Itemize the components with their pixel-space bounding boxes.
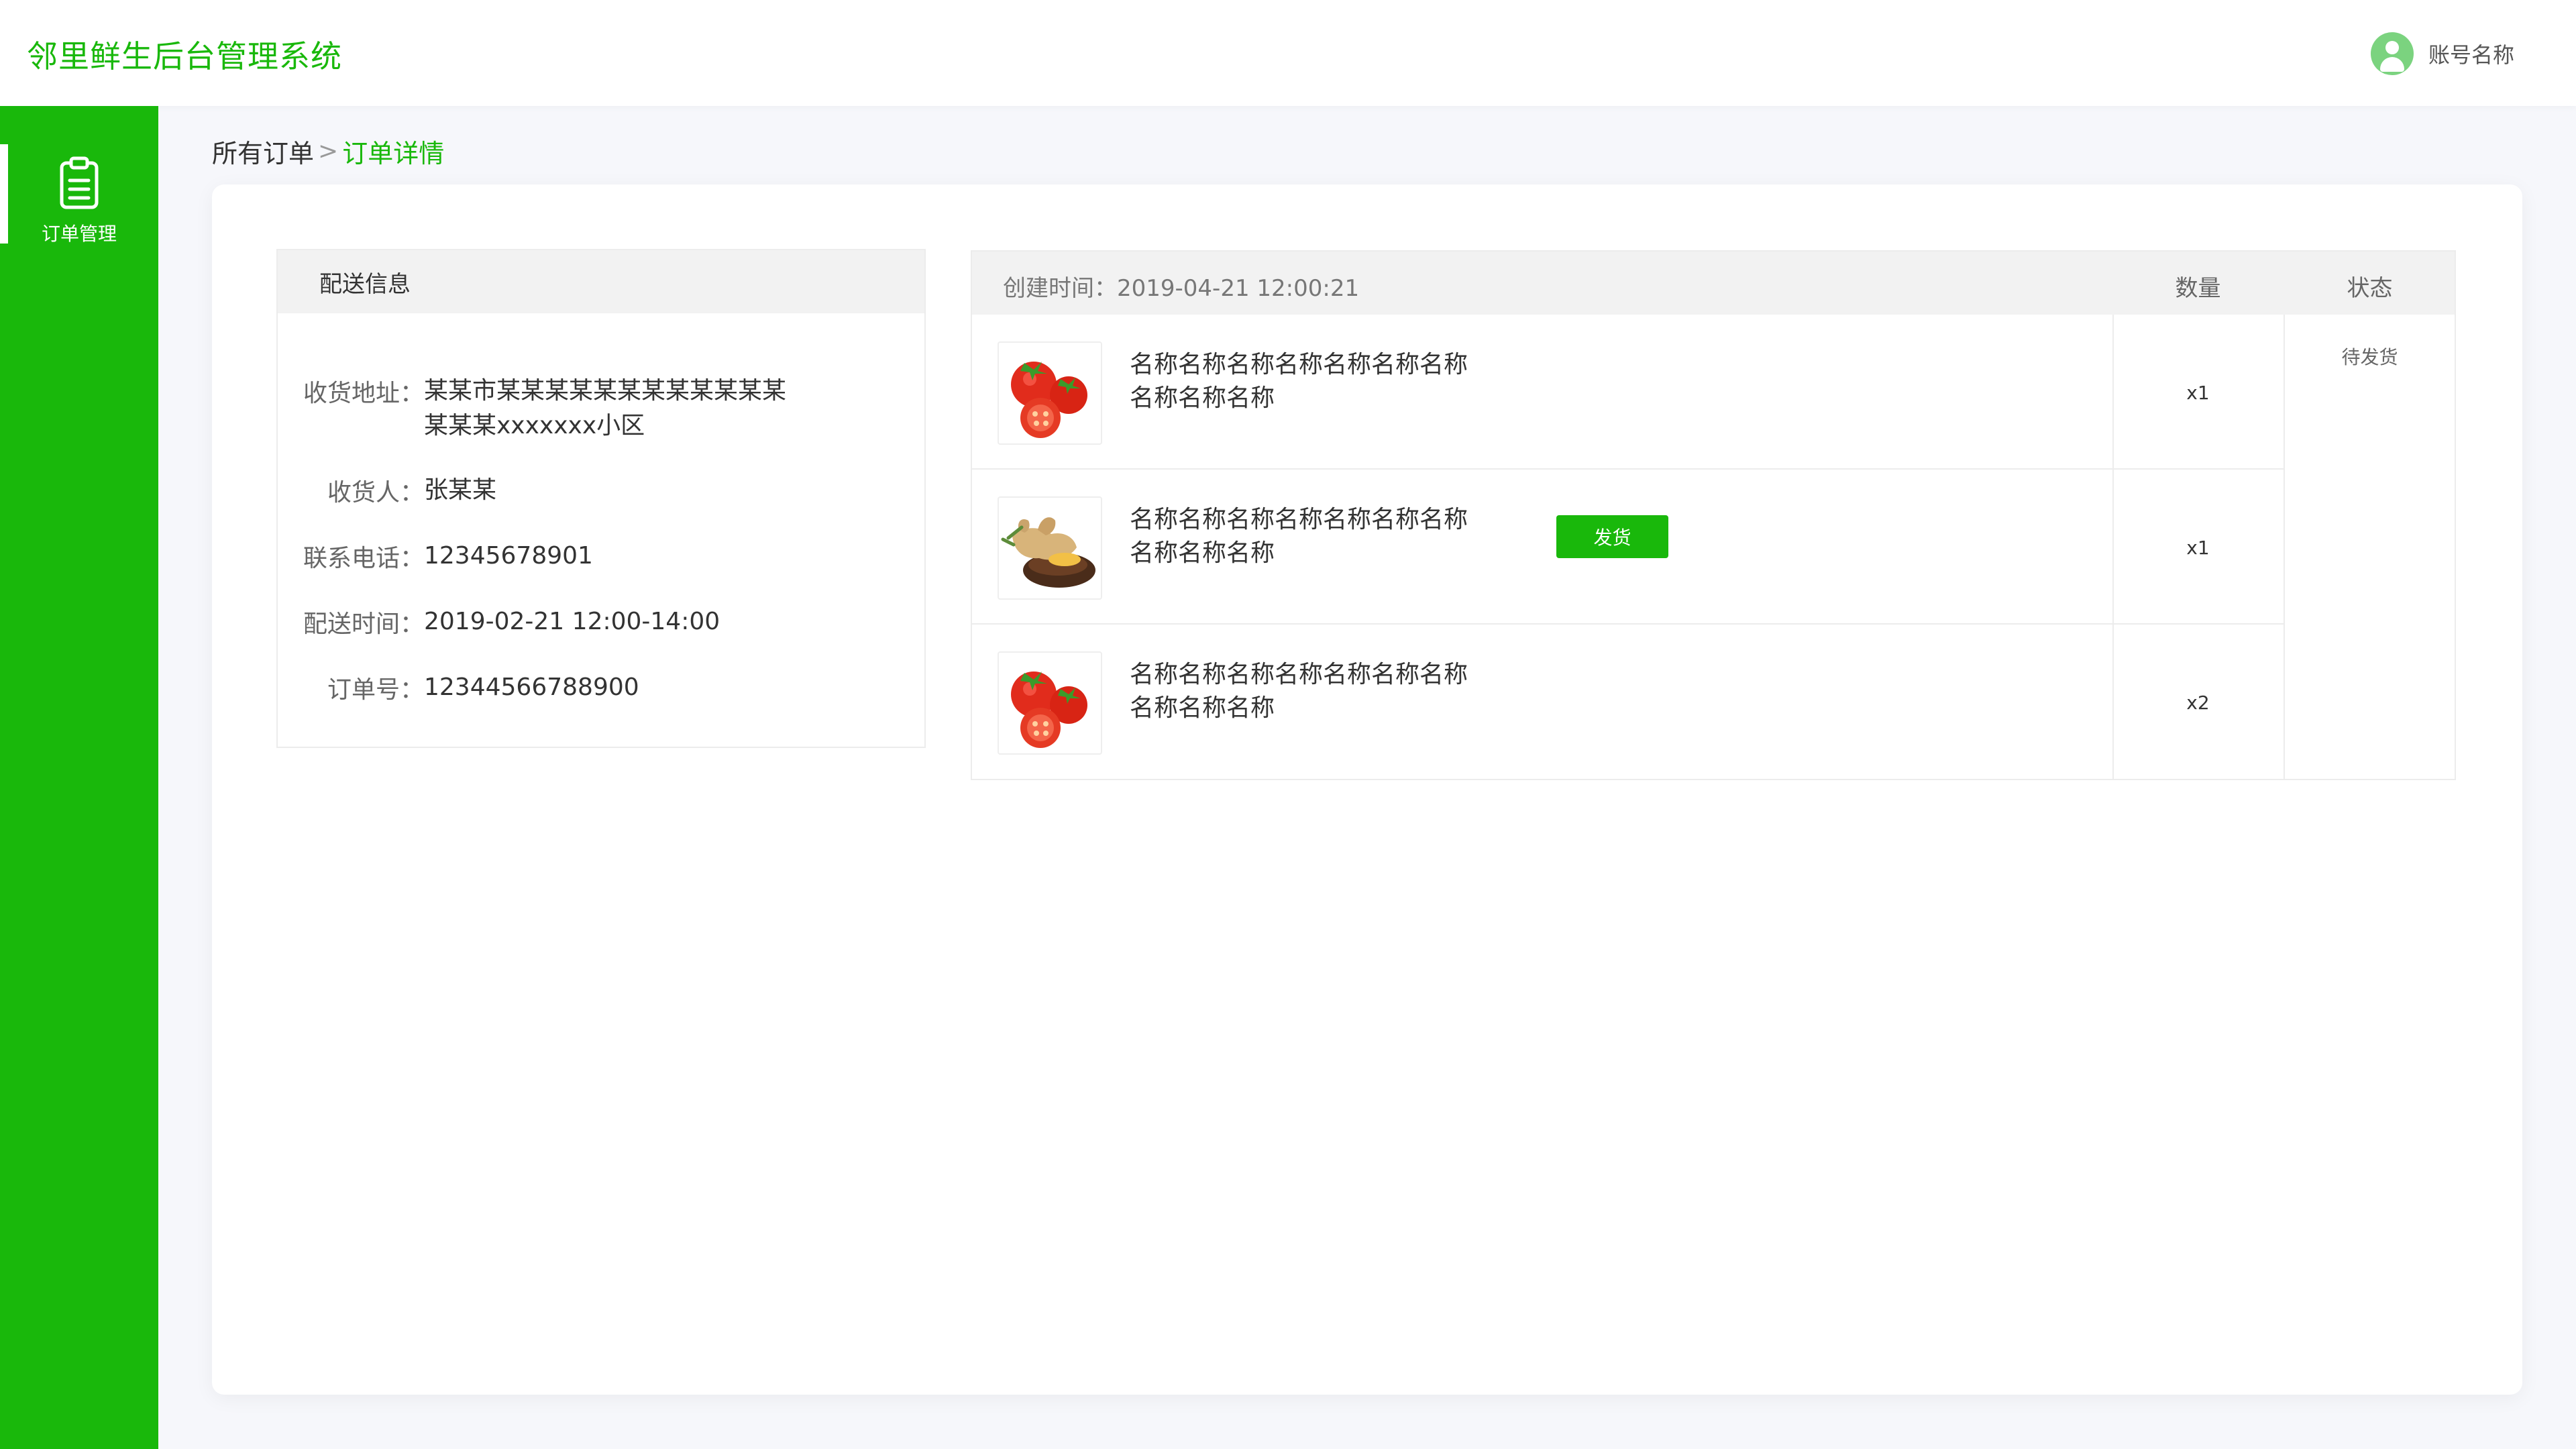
sidebar-item-order-management[interactable]: 订单管理	[0, 144, 158, 245]
phone-label: 联系电话：	[303, 545, 424, 572]
breadcrumb-all-orders[interactable]: 所有订单	[212, 133, 314, 170]
account-menu[interactable]: 账号名称	[2370, 32, 2514, 75]
recipient-label: 收货人：	[327, 479, 424, 506]
phone-row: 联系电话： 12345678901	[278, 539, 924, 574]
chevron-right-icon: >	[318, 138, 339, 165]
product-image-ginger	[998, 496, 1102, 600]
delivery-time-label: 配送时间：	[303, 610, 424, 638]
column-header-status: 状态	[2347, 275, 2393, 302]
address-value: 某某市某某某某某某某某某某某某某某某xxxxxxx小区	[424, 377, 787, 439]
order-items-header: 创建时间：2019-04-21 12:00:21 数量 状态	[972, 252, 2455, 315]
product-image-tomato	[998, 341, 1102, 445]
product-quantity: x2	[2186, 692, 2210, 714]
recipient-value: 张某某	[424, 476, 497, 504]
ship-button[interactable]: 发货	[1556, 515, 1668, 558]
created-time: 创建时间：2019-04-21 12:00:21	[1003, 275, 1360, 302]
sidebar-item-label: 订单管理	[41, 223, 117, 245]
order-items-table: 创建时间：2019-04-21 12:00:21 数量 状态 名称名称名称名称名…	[971, 250, 2456, 780]
address-label: 收货地址：	[303, 380, 424, 407]
delivery-time-value: 2019-02-21 12:00-14:00	[424, 608, 720, 635]
column-header-quantity: 数量	[2175, 275, 2221, 302]
delivery-info-panel: 配送信息 收货地址： 某某市某某某某某某某某某某某某某某某xxxxxxx小区 收…	[276, 249, 926, 748]
product-name: 名称名称名称名称名称名称名称名称名称名称	[1130, 661, 1468, 722]
order-item-row: 名称名称名称名称名称名称名称名称名称名称 x1	[972, 315, 2284, 470]
address-row: 收货地址： 某某市某某某某某某某某某某某某某某某xxxxxxx小区	[278, 374, 924, 443]
breadcrumb-order-detail: 订单详情	[342, 139, 445, 168]
delivery-info-title: 配送信息	[278, 250, 924, 313]
order-status-badge: 待发货	[2341, 346, 2398, 368]
order-number-row: 订单号： 12344566788900	[278, 670, 924, 705]
top-bar: 邻里鲜生后台管理系统 账号名称	[0, 0, 2576, 106]
breadcrumb: 所有订单 > 订单详情	[212, 133, 444, 170]
column-divider	[2284, 315, 2285, 779]
order-detail-card: 配送信息 收货地址： 某某市某某某某某某某某某某某某某某某xxxxxxx小区 收…	[212, 184, 2522, 1395]
clipboard-icon	[60, 156, 99, 209]
recipient-row: 收货人： 张某某	[278, 473, 924, 508]
app-title: 邻里鲜生后台管理系统	[27, 38, 342, 74]
order-number-value: 12344566788900	[424, 674, 639, 701]
account-name[interactable]: 账号名称	[2428, 38, 2514, 69]
delivery-time-row: 配送时间： 2019-02-21 12:00-14:00	[278, 604, 924, 639]
product-quantity: x1	[2186, 537, 2210, 559]
phone-value: 12345678901	[424, 542, 593, 570]
avatar-icon[interactable]	[2370, 32, 2414, 75]
product-quantity: x1	[2186, 382, 2210, 404]
product-name: 名称名称名称名称名称名称名称名称名称名称	[1130, 506, 1468, 567]
sidebar: 订单管理	[0, 106, 158, 1449]
order-item-row: 名称名称名称名称名称名称名称名称名称名称 x2	[972, 625, 2284, 780]
product-name: 名称名称名称名称名称名称名称名称名称名称	[1130, 351, 1468, 412]
order-number-label: 订单号：	[327, 676, 424, 704]
product-image-tomato	[998, 651, 1102, 755]
